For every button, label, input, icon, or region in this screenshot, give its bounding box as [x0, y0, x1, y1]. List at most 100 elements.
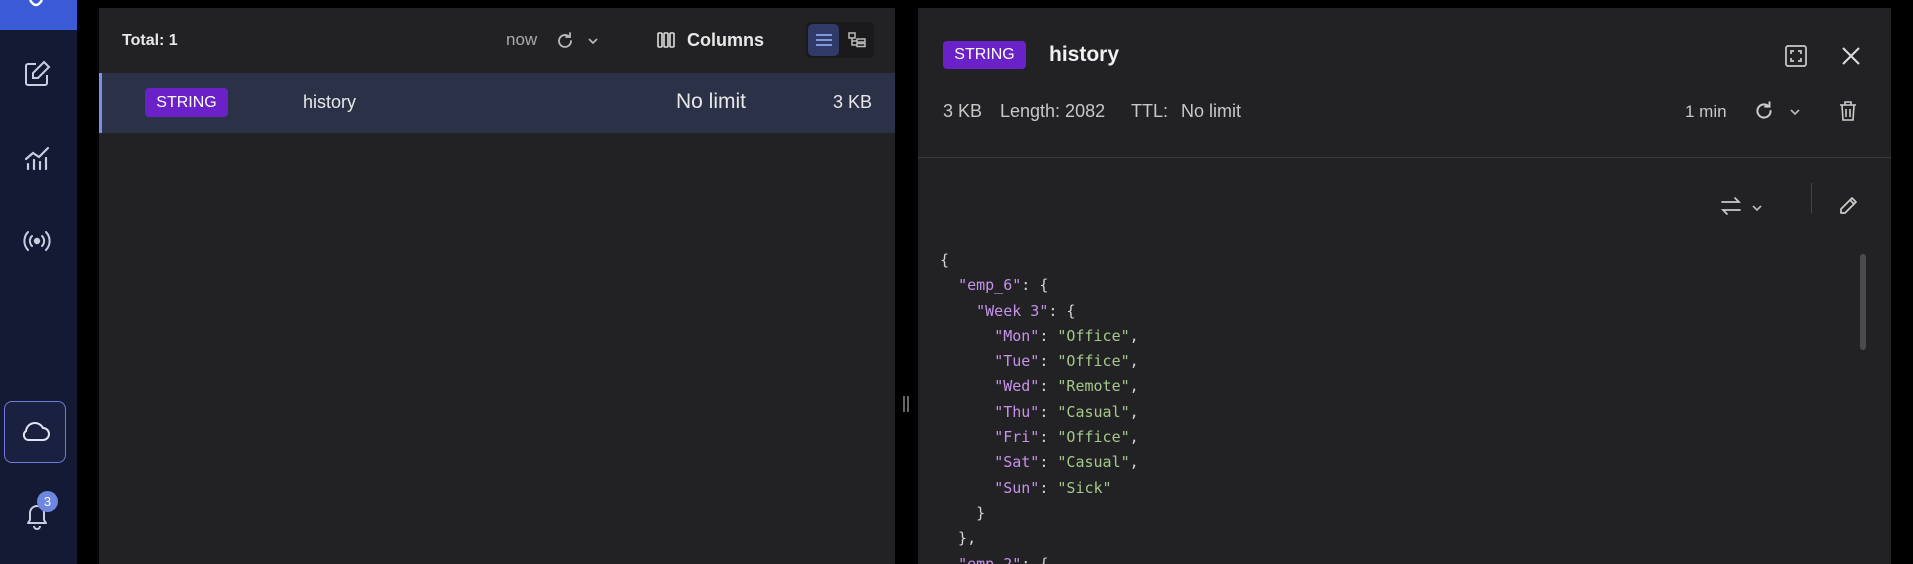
- detail-key-name[interactable]: history: [1049, 43, 1119, 67]
- cloud-icon: [22, 422, 50, 441]
- columns-icon: [657, 32, 675, 48]
- json-key: "Tue": [994, 352, 1040, 371]
- json-punctuation: ,: [1129, 402, 1139, 421]
- trash-icon: [1840, 101, 1856, 121]
- json-punctuation: :: [1039, 453, 1058, 472]
- key-type-badge: STRING: [145, 88, 228, 117]
- json-line: "Sat": "Casual",: [940, 450, 1139, 475]
- json-scrollbar[interactable]: [1860, 254, 1866, 350]
- list-view-button[interactable]: [808, 24, 839, 56]
- json-key: "Mon": [994, 326, 1040, 345]
- swap-icon: [1720, 197, 1742, 215]
- analytics-nav-button[interactable]: [15, 136, 59, 180]
- workbench-nav-button[interactable]: [15, 52, 59, 96]
- detail-refresh-button[interactable]: [1751, 98, 1777, 124]
- refresh-icon: [558, 32, 572, 48]
- fullscreen-icon: [1785, 45, 1807, 67]
- json-punctuation: [940, 276, 958, 294]
- format-options-button[interactable]: [1750, 201, 1764, 215]
- browser-icon: [28, 0, 44, 7]
- json-punctuation: [940, 453, 994, 471]
- key-detail-panel: STRING history 3 KB Length: 2082 TTL: No…: [918, 8, 1891, 564]
- editor-toolbar: [918, 158, 1891, 243]
- panel-resize-handle[interactable]: [903, 396, 911, 412]
- json-key: "Sat": [994, 453, 1040, 472]
- json-line: },: [940, 526, 1139, 551]
- json-key: "Fri": [994, 428, 1040, 447]
- json-string-value: "Casual": [1057, 453, 1130, 472]
- key-list-panel: Total: 1 now Columns STRING history No l…: [99, 8, 895, 564]
- refresh-options-button[interactable]: [586, 34, 600, 48]
- json-key: "Wed": [994, 377, 1040, 396]
- json-string-value: "Office": [1057, 352, 1130, 371]
- refresh-button[interactable]: [554, 30, 576, 52]
- format-switch-button[interactable]: [1718, 194, 1744, 218]
- json-punctuation: :: [1039, 326, 1058, 345]
- json-punctuation: ,: [1129, 326, 1139, 345]
- left-nav: 3: [0, 0, 77, 564]
- json-punctuation: ,: [1129, 428, 1139, 447]
- json-punctuation: [940, 479, 994, 497]
- cloud-button[interactable]: [4, 401, 66, 463]
- edit-icon: [25, 60, 51, 86]
- json-key: "Thu": [994, 402, 1040, 421]
- pubsub-nav-button[interactable]: [15, 219, 59, 263]
- chevron-down-icon: [1752, 205, 1762, 212]
- json-line: "emp_6": {: [940, 273, 1139, 298]
- json-line: "Week 3": {: [940, 299, 1139, 324]
- json-key: "Week 3": [976, 301, 1049, 320]
- detail-length: Length: 2082: [1000, 101, 1106, 121]
- json-line: "Fri": "Office",: [940, 425, 1139, 450]
- json-punctuation: [940, 555, 958, 564]
- fullscreen-button[interactable]: [1783, 43, 1809, 69]
- key-ttl: No limit: [676, 90, 747, 113]
- tree-view-button[interactable]: [841, 24, 872, 56]
- close-icon: [1842, 47, 1860, 65]
- edit-value-button[interactable]: [1836, 194, 1860, 218]
- detail-refresh-options-button[interactable]: [1788, 105, 1802, 119]
- json-punctuation: [940, 377, 994, 395]
- key-row[interactable]: STRING history No limit 3 KB: [99, 73, 895, 133]
- detail-ttl-value[interactable]: No limit: [1181, 101, 1241, 122]
- json-punctuation: ,: [1129, 453, 1139, 472]
- tree-view-icon: [847, 32, 866, 48]
- close-button[interactable]: [1838, 43, 1864, 69]
- delete-key-button[interactable]: [1836, 98, 1860, 124]
- detail-ttl-label: TTL:: [1131, 101, 1169, 121]
- json-punctuation: ,: [1129, 377, 1139, 396]
- json-punctuation: :: [1039, 352, 1058, 371]
- json-line: }: [940, 501, 1139, 526]
- json-string-value: "Sick": [1057, 478, 1112, 497]
- json-string-value: "Remote": [1057, 377, 1130, 396]
- key-list-header: Total: 1 now Columns: [99, 8, 895, 73]
- json-punctuation: [940, 403, 994, 421]
- toolbar-separator: [1811, 183, 1812, 213]
- json-punctuation: },: [940, 529, 977, 548]
- json-line: "Thu": "Casual",: [940, 400, 1139, 425]
- detail-size: 3 KB: [943, 101, 983, 121]
- json-punctuation: [940, 428, 994, 446]
- json-line: "Mon": "Office",: [940, 324, 1139, 349]
- json-punctuation: : {: [1021, 276, 1049, 295]
- nav-active-item[interactable]: [0, 0, 77, 30]
- detail-type-badge: STRING: [943, 41, 1026, 69]
- key-detail-header: STRING history 3 KB Length: 2082 TTL: No…: [918, 8, 1891, 158]
- key-name: history: [303, 92, 357, 112]
- refresh-icon: [1756, 101, 1772, 119]
- json-key: "Sun": [994, 478, 1040, 497]
- chevron-down-icon: [588, 38, 598, 45]
- json-punctuation: :: [1039, 377, 1058, 396]
- json-punctuation: :: [1039, 478, 1058, 497]
- total-keys-label: Total: 1: [122, 32, 178, 49]
- json-value-viewer[interactable]: { "emp_6": { "Week 3": { "Mon": "Office"…: [940, 248, 1139, 564]
- json-string-value: "Casual": [1057, 402, 1130, 421]
- view-toggle: [806, 22, 874, 58]
- columns-button[interactable]: Columns: [657, 26, 764, 54]
- list-view-icon: [815, 34, 832, 46]
- columns-label: Columns: [687, 29, 765, 50]
- pencil-icon: [1840, 197, 1857, 214]
- json-line: "Sun": "Sick": [940, 476, 1139, 501]
- json-string-value: "Office": [1057, 428, 1130, 447]
- json-line: "Tue": "Office",: [940, 349, 1139, 374]
- json-key: "emp_6": [958, 276, 1022, 295]
